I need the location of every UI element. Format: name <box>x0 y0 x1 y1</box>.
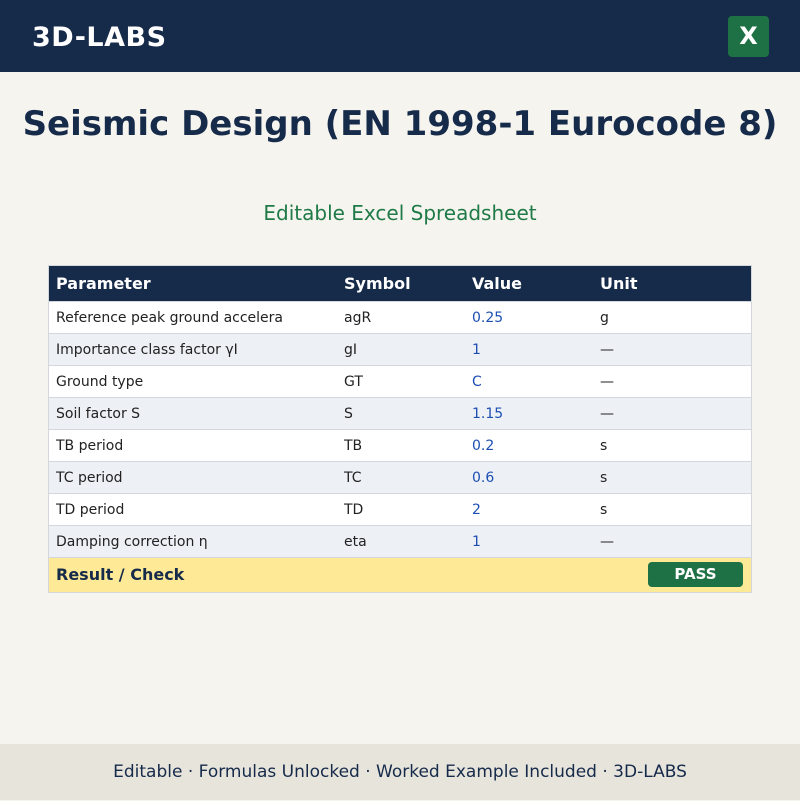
symbol-cell: agR <box>344 310 372 326</box>
symbol-cell: gI <box>344 342 358 358</box>
table-row: Reference peak ground accelera agR 0.25 … <box>49 301 751 333</box>
page-title: Seismic Design (EN 1998-1 Eurocode 8) <box>22 104 778 144</box>
column-header-value: Value <box>472 274 523 293</box>
pass-status-badge[interactable]: PASS <box>648 562 743 587</box>
symbol-cell: GT <box>344 374 363 390</box>
table-row: TB period TB 0.2 s <box>49 429 751 461</box>
result-row: Result / Check PASS <box>49 557 751 592</box>
value-cell[interactable]: 1 <box>472 334 592 366</box>
table-row: Ground type GT C — <box>49 365 751 397</box>
unit-cell: s <box>600 502 608 518</box>
parameter-table: Parameter Symbol Value Unit Reference pe… <box>48 265 752 593</box>
unit-cell: — <box>600 342 614 358</box>
value-cell[interactable]: C <box>472 366 592 398</box>
column-header-unit: Unit <box>600 274 638 293</box>
symbol-cell: TC <box>344 470 362 486</box>
top-bar: 3D-LABS X <box>0 0 800 72</box>
result-label: Result / Check <box>56 565 185 584</box>
unit-cell: — <box>600 534 614 550</box>
unit-cell: — <box>600 374 614 390</box>
table-row: Importance class factor γI gI 1 — <box>49 333 751 365</box>
parameter-cell: TB period <box>56 438 124 454</box>
symbol-cell: TD <box>344 502 364 518</box>
value-cell[interactable]: 0.6 <box>472 462 592 494</box>
table-row: TD period TD 2 s <box>49 493 751 525</box>
value-cell[interactable]: 1 <box>472 526 592 558</box>
value-cell[interactable]: 0.25 <box>472 302 592 334</box>
brand-logo-text: 3D-LABS <box>32 22 167 53</box>
value-cell[interactable]: 2 <box>472 494 592 526</box>
table-row: Soil factor S S 1.15 — <box>49 397 751 429</box>
parameter-cell: Ground type <box>56 374 144 390</box>
unit-cell: g <box>600 310 609 326</box>
unit-cell: — <box>600 406 614 422</box>
excel-icon: X <box>728 16 769 57</box>
value-cell[interactable]: 1.15 <box>472 398 592 430</box>
unit-cell: s <box>600 438 608 454</box>
unit-cell: s <box>600 470 608 486</box>
parameter-cell: TD period <box>56 502 125 518</box>
column-header-parameter: Parameter <box>56 274 151 293</box>
parameter-cell: TC period <box>56 470 123 486</box>
footer-features: Editable · Formulas Unlocked · Worked Ex… <box>0 744 800 800</box>
symbol-cell: S <box>344 406 353 422</box>
parameter-cell: Importance class factor γI <box>56 342 238 358</box>
value-cell[interactable]: 0.2 <box>472 430 592 462</box>
symbol-cell: TB <box>344 438 363 454</box>
symbol-cell: eta <box>344 534 367 550</box>
table-row: Damping correction η eta 1 — <box>49 525 751 557</box>
table-header: Parameter Symbol Value Unit <box>49 266 751 301</box>
table-row: TC period TC 0.6 s <box>49 461 751 493</box>
parameter-cell: Soil factor S <box>56 406 141 422</box>
page-subtitle: Editable Excel Spreadsheet <box>263 201 537 225</box>
parameter-cell: Damping correction η <box>56 534 208 550</box>
column-header-symbol: Symbol <box>344 274 411 293</box>
parameter-cell: Reference peak ground accelera <box>56 310 283 326</box>
